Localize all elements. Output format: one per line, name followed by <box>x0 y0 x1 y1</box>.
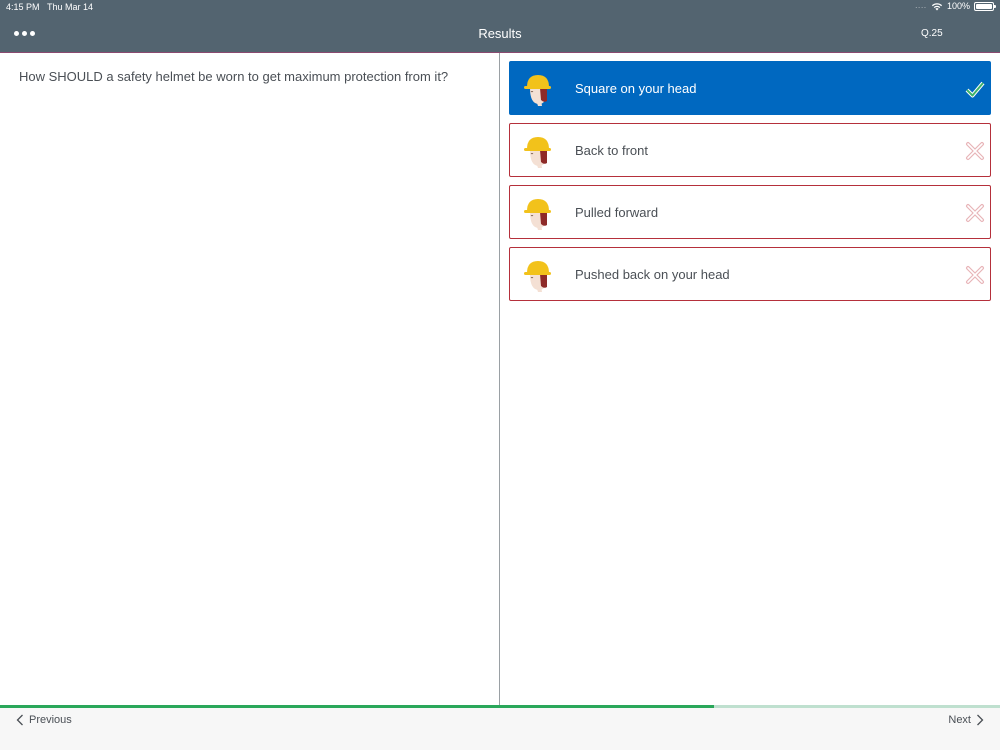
answer-label: Back to front <box>575 143 648 158</box>
worker-helmet-avatar <box>524 199 551 230</box>
footer: Previous Next <box>0 708 1000 750</box>
status-time: 4:15 PM <box>6 2 40 12</box>
question-pane: How SHOULD a safety helmet be worn to ge… <box>0 53 500 705</box>
answer-label: Pulled forward <box>575 205 659 220</box>
checkmark-icon <box>965 81 985 98</box>
page-title: Results <box>478 26 522 41</box>
answers-pane: Square on your head Back to front Pulled… <box>501 53 1000 705</box>
answer-option[interactable]: Pulled forward <box>509 185 991 239</box>
answer-label: Pushed back on your head <box>575 267 730 282</box>
status-indicators: .... 100% <box>915 1 996 11</box>
worker-helmet-avatar <box>524 137 551 168</box>
next-button[interactable]: Next <box>948 714 984 726</box>
app-header: 4:15 PM Thu Mar 14 .... 100% Results Q.2… <box>0 0 1000 53</box>
previous-label: Previous <box>29 714 72 726</box>
worker-helmet-avatar <box>524 261 551 292</box>
question-number: Q.25 <box>921 28 943 39</box>
battery-percent: 100% <box>946 1 970 11</box>
answer-option[interactable]: Back to front <box>509 123 991 177</box>
worker-helmet-avatar <box>524 75 551 106</box>
previous-button[interactable]: Previous <box>16 714 72 726</box>
battery-icon <box>974 1 996 11</box>
status-date: Thu Mar 14 <box>47 2 94 12</box>
chevron-left-icon <box>16 714 23 726</box>
answer-option[interactable]: Pushed back on your head <box>509 247 991 301</box>
chevron-right-icon <box>977 714 984 726</box>
cross-icon <box>966 204 984 222</box>
signal-dots: .... <box>915 2 927 10</box>
wifi-icon <box>931 2 943 10</box>
answer-option[interactable]: Square on your head <box>509 61 991 115</box>
answer-label: Square on your head <box>575 81 697 96</box>
cross-icon <box>966 142 984 160</box>
question-text: How SHOULD a safety helmet be worn to ge… <box>19 69 449 84</box>
cross-icon <box>966 266 984 284</box>
next-label: Next <box>948 714 971 726</box>
status-bar: 4:15 PM Thu Mar 14 .... 100% <box>0 0 1000 14</box>
